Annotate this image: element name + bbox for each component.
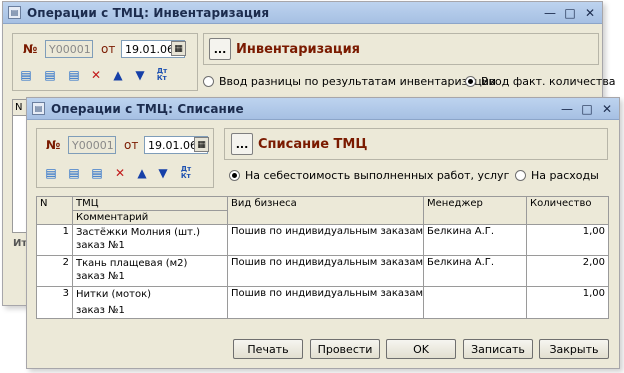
radio-circle-selected bbox=[465, 76, 476, 87]
delete-row-icon[interactable]: ✕ bbox=[111, 164, 129, 182]
copy-row-icon[interactable]: ▤ bbox=[65, 164, 83, 182]
writeoff-operation-title: Списание ТМЦ bbox=[258, 137, 368, 152]
calendar-icon[interactable]: ▦ bbox=[171, 41, 186, 56]
radio-inventory-actual[interactable]: Ввод факт. количества bbox=[465, 75, 616, 88]
date-label: от bbox=[124, 138, 139, 152]
close-button[interactable]: Закрыть bbox=[539, 339, 609, 359]
column-header-item[interactable]: ТМЦ bbox=[72, 196, 228, 211]
business-cell[interactable]: Пошив по индивидуальным заказам bbox=[227, 255, 424, 287]
add-row-icon[interactable]: ▤ bbox=[17, 66, 35, 84]
radio-writeoff-expenses[interactable]: На расходы bbox=[515, 169, 599, 182]
inventory-titlebar[interactable]: ▤ Операции с ТМЦ: Инвентаризация — □ ✕ bbox=[3, 2, 602, 24]
radio-circle bbox=[203, 76, 214, 87]
ok-button[interactable]: OK bbox=[386, 339, 456, 359]
column-header-n[interactable]: N bbox=[36, 196, 73, 225]
manager-cell[interactable]: Белкина А.Г. bbox=[423, 255, 527, 287]
row-number[interactable]: 2 bbox=[36, 255, 73, 287]
item-cell[interactable]: Ткань плащевая (м2) заказ №1 bbox=[72, 255, 228, 287]
writeoff-titlebar[interactable]: ▤ Операции с ТМЦ: Списание — □ ✕ bbox=[27, 98, 619, 120]
manager-cell[interactable] bbox=[423, 286, 527, 319]
move-down-icon[interactable]: ▼ bbox=[131, 66, 149, 84]
dt-kt-icon[interactable]: Дт Кт bbox=[153, 66, 171, 84]
close-icon[interactable]: ✕ bbox=[599, 102, 615, 116]
quantity-cell[interactable]: 1,00 bbox=[526, 286, 609, 319]
item-comment: заказ №1 bbox=[76, 240, 125, 251]
doc-number-label: № bbox=[23, 42, 38, 56]
doc-number-label: № bbox=[46, 138, 61, 152]
item-cell[interactable]: Застёжки Молния (шт.) заказ №1 bbox=[72, 224, 228, 256]
writeoff-items-table: N ТМЦ Вид бизнеса Менеджер Количество Ко… bbox=[36, 196, 609, 319]
move-up-icon[interactable]: ▲ bbox=[133, 164, 151, 182]
maximize-icon[interactable]: □ bbox=[562, 6, 578, 20]
doc-number-field[interactable]: Y00001 bbox=[45, 40, 93, 58]
inventory-operation-title: Инвентаризация bbox=[236, 42, 361, 57]
close-icon[interactable]: ✕ bbox=[582, 6, 598, 20]
delete-row-icon[interactable]: ✕ bbox=[87, 66, 105, 84]
item-name: Застёжки Молния (шт.) bbox=[76, 227, 201, 238]
writeoff-window-title: Операции с ТМЦ: Списание bbox=[51, 101, 244, 116]
edit-row-icon[interactable]: ▤ bbox=[65, 66, 83, 84]
print-button[interactable]: Печать bbox=[233, 339, 303, 359]
save-button[interactable]: Записать bbox=[463, 339, 533, 359]
item-cell[interactable]: Нитки (моток) заказ №1 bbox=[72, 286, 228, 319]
window-app-icon: ▤ bbox=[8, 6, 21, 19]
manager-cell[interactable]: Белкина А.Г. bbox=[423, 224, 527, 256]
minimize-icon[interactable]: — bbox=[542, 6, 558, 20]
item-comment: заказ №1 bbox=[76, 305, 125, 316]
business-cell[interactable]: Пошив по индивидуальным заказам bbox=[227, 286, 424, 319]
quantity-cell[interactable]: 1,00 bbox=[526, 224, 609, 256]
table-row[interactable]: 2 Ткань плащевая (м2) заказ №1 Пошив по … bbox=[36, 255, 609, 287]
date-label: от bbox=[101, 42, 116, 56]
table-header-row: N ТМЦ Вид бизнеса Менеджер Количество bbox=[36, 196, 609, 225]
column-header-quantity[interactable]: Количество bbox=[526, 196, 609, 225]
dt-kt-icon[interactable]: Дт Кт bbox=[177, 164, 195, 182]
move-down-icon[interactable]: ▼ bbox=[154, 164, 172, 182]
select-operation-button[interactable]: ... bbox=[231, 133, 253, 155]
row-number[interactable]: 3 bbox=[36, 286, 73, 319]
column-header-comment[interactable]: Комментарий bbox=[72, 210, 228, 225]
radio-circle bbox=[515, 170, 526, 181]
minimize-icon[interactable]: — bbox=[559, 102, 575, 116]
quantity-cell[interactable]: 2,00 bbox=[526, 255, 609, 287]
edit-row-icon[interactable]: ▤ bbox=[88, 164, 106, 182]
copy-row-icon[interactable]: ▤ bbox=[41, 66, 59, 84]
select-operation-button[interactable]: ... bbox=[209, 38, 231, 60]
item-comment: заказ №1 bbox=[76, 271, 125, 282]
post-button[interactable]: Провести bbox=[310, 339, 380, 359]
radio-circle-selected bbox=[229, 170, 240, 181]
writeoff-window: ▤ Операции с ТМЦ: Списание — □ ✕ № Y0000… bbox=[26, 97, 620, 369]
item-name: Ткань плащевая (м2) bbox=[76, 258, 188, 269]
maximize-icon[interactable]: □ bbox=[579, 102, 595, 116]
row-number[interactable]: 1 bbox=[36, 224, 73, 256]
move-up-icon[interactable]: ▲ bbox=[109, 66, 127, 84]
radio-inventory-diff[interactable]: Ввод разницы по результатам инвентаризац… bbox=[203, 75, 496, 88]
column-header-business[interactable]: Вид бизнеса bbox=[227, 196, 424, 225]
item-name: Нитки (моток) bbox=[76, 289, 152, 300]
inventory-window-title: Операции с ТМЦ: Инвентаризация bbox=[27, 5, 270, 20]
add-row-icon[interactable]: ▤ bbox=[42, 164, 60, 182]
doc-number-field[interactable]: Y00001 bbox=[68, 136, 116, 154]
table-row[interactable]: 3 Нитки (моток) заказ №1 Пошив по индиви… bbox=[36, 286, 609, 319]
table-row[interactable]: 1 Застёжки Молния (шт.) заказ №1 Пошив п… bbox=[36, 224, 609, 256]
column-header-manager[interactable]: Менеджер bbox=[423, 196, 527, 225]
calendar-icon[interactable]: ▦ bbox=[194, 137, 209, 152]
radio-writeoff-cost[interactable]: На себестоимость выполненных работ, услу… bbox=[229, 169, 509, 182]
window-app-icon: ▤ bbox=[32, 102, 45, 115]
business-cell[interactable]: Пошив по индивидуальным заказам bbox=[227, 224, 424, 256]
